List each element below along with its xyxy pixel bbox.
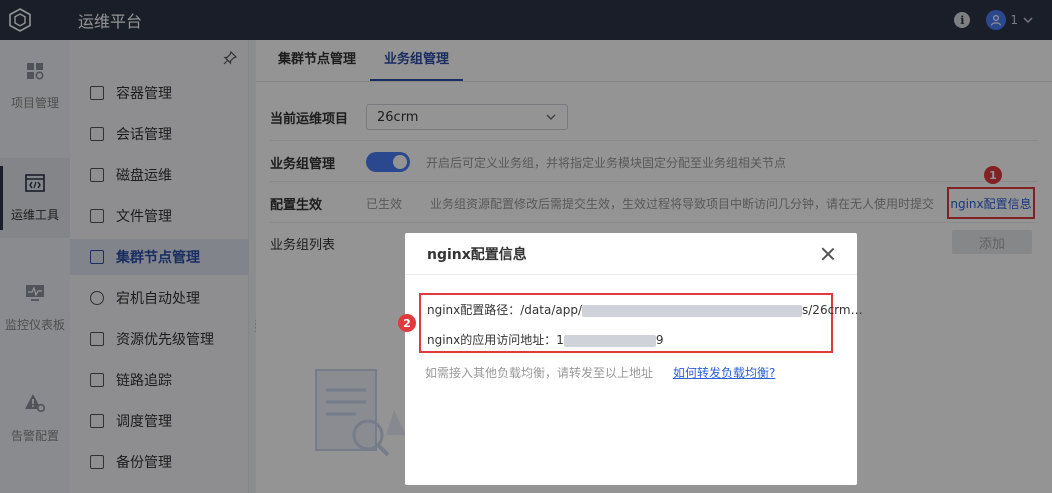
nginx-path-line: nginx配置路径：/data/app/s/26crm… bbox=[427, 301, 863, 318]
nginx-path-prefix: /data/app/ bbox=[520, 303, 583, 317]
nginx-url-prefix: 1 bbox=[556, 333, 564, 347]
redacted-text bbox=[582, 304, 803, 317]
nginx-config-dialog: nginx配置信息 nginx配置路径：/data/app/s/26crm… n… bbox=[398, 233, 863, 485]
load-balancing-help-link[interactable]: 如何转发负载均衡? bbox=[673, 364, 775, 381]
close-icon[interactable] bbox=[821, 247, 835, 261]
nginx-url-suffix: 9 bbox=[655, 333, 664, 347]
redacted-text bbox=[563, 334, 656, 347]
nginx-path-suffix: s/26crm… bbox=[802, 303, 863, 317]
nginx-url-line: nginx的应用访问地址：1 9 bbox=[427, 331, 664, 348]
dialog-hint: 如需接入其他负载均衡，请转发至以上地址 bbox=[425, 366, 654, 380]
nginx-info-box: nginx配置路径：/data/app/s/26crm… nginx的应用访问地… bbox=[419, 293, 863, 353]
nginx-url-label: nginx的应用访问地址： bbox=[427, 333, 557, 347]
dialog-title: nginx配置信息 bbox=[427, 246, 527, 263]
nginx-path-label: nginx配置路径： bbox=[427, 303, 521, 317]
dialog-header: nginx配置信息 bbox=[405, 233, 857, 275]
callout-badge-2: 2 bbox=[398, 314, 416, 332]
